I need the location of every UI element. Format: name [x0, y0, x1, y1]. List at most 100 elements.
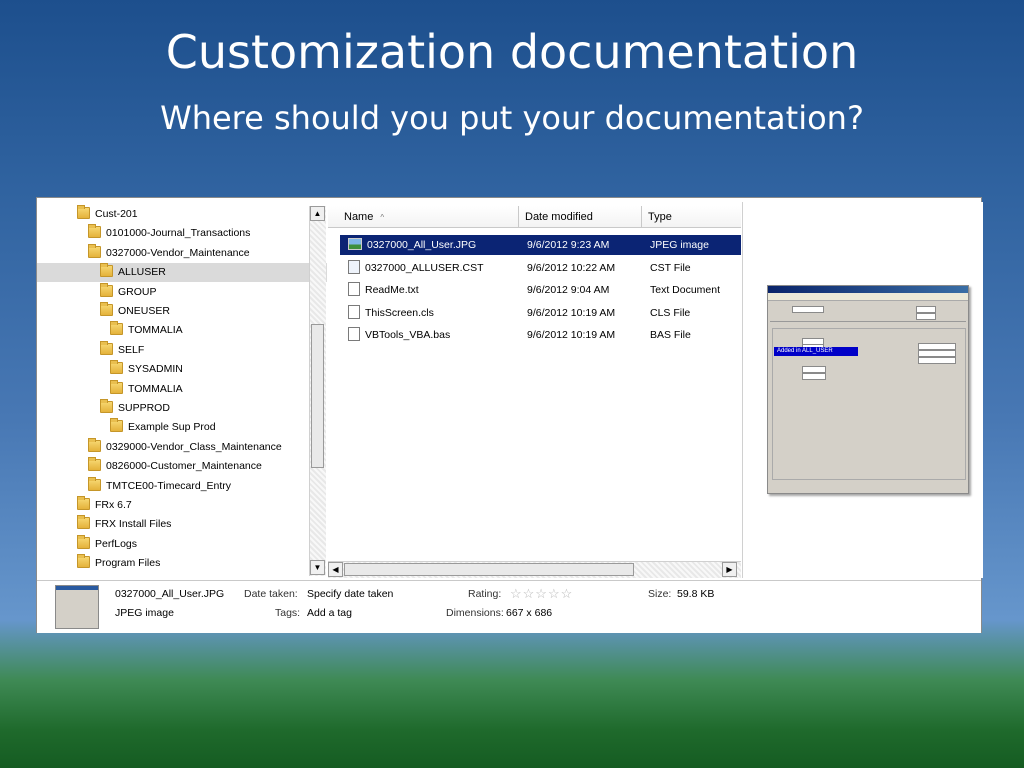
- folder-icon: [100, 399, 113, 413]
- explorer-window: Cust-201 0101000-Journal_Transactions 0327…: [36, 197, 983, 633]
- preview-banner: Added in ALL_USER: [774, 347, 858, 356]
- tree-item-label: SELF: [118, 343, 145, 356]
- column-header-name[interactable]: Name ^: [328, 206, 519, 228]
- folder-icon: [88, 243, 101, 258]
- tree-item[interactable]: FRx 6.7: [77, 496, 132, 515]
- tree-item[interactable]: SYSADMIN: [110, 360, 183, 379]
- folder-icon: [88, 224, 101, 239]
- tree-item[interactable]: 0101000-Journal_Transactions: [88, 224, 250, 243]
- dimensions-value: 667 x 686: [506, 607, 553, 619]
- folder-icon: [88, 457, 101, 472]
- details-file-type: JPEG image: [115, 607, 174, 619]
- tree-item[interactable]: PerfLogs: [77, 534, 138, 554]
- file-type: Text Document: [650, 284, 721, 296]
- size-label: Size:: [648, 588, 672, 600]
- tree-item[interactable]: SELF: [100, 340, 145, 360]
- tree-item-label: 0101000-Journal_Transactions: [106, 227, 251, 240]
- rating-stars-icon[interactable]: ☆☆☆☆☆: [510, 586, 573, 602]
- file-list-horizontal-scrollbar[interactable]: ◀ ▶: [328, 561, 741, 578]
- document-file-icon: [348, 304, 360, 319]
- file-type: JPEG image: [650, 239, 709, 251]
- file-date-modified: 9/6/2012 9:23 AM: [527, 239, 610, 251]
- file-name-cell: 0327000_ALLUSER.CST: [348, 258, 484, 278]
- scroll-left-arrow-icon[interactable]: ◀: [328, 562, 343, 577]
- tree-item[interactable]: ONEUSER: [100, 302, 170, 321]
- folder-icon: [88, 437, 101, 452]
- folder-icon: [100, 282, 113, 297]
- file-name-cell: ReadMe.txt: [348, 280, 419, 300]
- folder-icon: [77, 554, 90, 569]
- file-name: ThisScreen.cls: [365, 306, 434, 319]
- tree-item-label: TMTCE00-Timecard_Entry: [106, 479, 232, 492]
- file-date-modified: 9/6/2012 10:19 AM: [527, 329, 616, 341]
- folder-icon: [100, 263, 113, 278]
- date-taken-field[interactable]: Specify date taken: [307, 588, 393, 600]
- tree-item-label: SYSADMIN: [128, 363, 183, 376]
- tree-item-label: ONEUSER: [118, 305, 170, 317]
- preview-image: Added in ALL_USER: [767, 285, 969, 494]
- tree-item-label: TOMMALIA: [128, 324, 183, 337]
- tree-item-label: 0327000-Vendor_Maintenance: [106, 246, 250, 259]
- folder-icon: [77, 515, 90, 530]
- tree-item-label: FRX Install Files: [95, 518, 172, 531]
- tree-vertical-scrollbar[interactable]: ▲ ▼: [309, 206, 326, 576]
- tree-item-label: Example Sup Prod: [128, 421, 216, 434]
- column-header-date-modified[interactable]: Date modified: [519, 206, 642, 228]
- file-list-scroll-thumb[interactable]: [344, 563, 634, 576]
- file-name-cell: ThisScreen.cls: [348, 303, 434, 323]
- tree-item-label: TOMMALIA: [128, 382, 183, 395]
- folder-icon: [110, 360, 123, 375]
- column-header-type[interactable]: Type: [642, 206, 741, 228]
- tree-item-label: SUPPROD: [118, 402, 170, 414]
- details-file-name: 0327000_All_User.JPG: [115, 588, 225, 600]
- tree-item-label: ALLUSER: [118, 266, 166, 279]
- tree-item[interactable]: TOMMALIA: [110, 321, 183, 340]
- file-type: BAS File: [650, 329, 691, 341]
- file-list: Name ^ Date modified Type 0327000_All_Us…: [328, 206, 741, 578]
- tags-field[interactable]: Add a tag: [307, 607, 352, 619]
- tree-item[interactable]: 0826000-Customer_Maintenance: [88, 457, 262, 476]
- tree-item[interactable]: GROUP: [100, 282, 157, 302]
- size-value: 59.8 KB: [677, 588, 715, 600]
- tree-item[interactable]: Cust-201: [77, 205, 138, 224]
- folder-icon: [77, 496, 90, 510]
- document-file-icon: [348, 327, 360, 341]
- tree-item-label: PerfLogs: [95, 537, 138, 550]
- tree-item[interactable]: FRX Install Files: [77, 515, 171, 534]
- slide-title: Customization documentation: [165, 25, 859, 79]
- folder-icon: [77, 534, 90, 549]
- tree-item[interactable]: TOMMALIA: [110, 379, 183, 399]
- scroll-up-arrow-icon[interactable]: ▲: [310, 206, 325, 221]
- tree-item-label: 0826000-Customer_Maintenance: [106, 460, 262, 473]
- file-row[interactable]: VBTools_VBA.bas 9/6/2012 10:19 AM BAS File: [340, 325, 741, 345]
- file-name: ReadMe.txt: [365, 284, 419, 296]
- folder-tree: Cust-201 0101000-Journal_Transactions 0327…: [37, 198, 327, 578]
- tags-label: Tags:: [275, 607, 301, 619]
- image-file-icon: [348, 238, 362, 250]
- file-row[interactable]: 0327000_ALLUSER.CST 9/6/2012 10:22 AM CST …: [340, 258, 741, 278]
- folder-icon: [110, 379, 123, 394]
- file-row[interactable]: ThisScreen.cls 9/6/2012 10:19 AM CLS File: [340, 303, 741, 323]
- file-name-cell: 0327000_All_User.JPG: [348, 235, 476, 255]
- preview-pane: Added in ALL_USER: [742, 202, 983, 578]
- column-name-label: Name: [344, 211, 374, 223]
- folder-icon: [110, 418, 123, 433]
- tree-item-label: Cust-201: [95, 208, 138, 220]
- tree-item[interactable]: Example Sup Prod: [110, 418, 216, 437]
- tree-item-label: Program Files: [95, 557, 161, 570]
- scroll-right-arrow-icon[interactable]: ▶: [722, 562, 737, 577]
- tree-item[interactable]: ALLUSER: [37, 263, 327, 283]
- tree-scroll-thumb[interactable]: [311, 324, 324, 468]
- file-row[interactable]: ReadMe.txt 9/6/2012 9:04 AM Text Document: [340, 280, 741, 300]
- file-name: 0327000_All_User.JPG: [367, 239, 477, 251]
- scroll-down-arrow-icon[interactable]: ▼: [310, 560, 325, 575]
- tree-item[interactable]: TMTCE00-Timecard_Entry: [88, 476, 232, 496]
- file-row[interactable]: 0327000_All_User.JPG 9/6/2012 9:23 AM JPEG…: [340, 235, 741, 255]
- document-file-icon: [348, 282, 360, 296]
- folder-icon: [88, 476, 101, 491]
- file-name: 0327000_ALLUSER.CST: [365, 261, 484, 274]
- tree-item[interactable]: Program Files: [77, 554, 160, 573]
- tree-item[interactable]: SUPPROD: [100, 399, 170, 418]
- tree-item[interactable]: 0327000-Vendor_Maintenance: [88, 243, 250, 263]
- tree-item[interactable]: 0329000-Vendor_Class_Maintenance: [88, 437, 282, 457]
